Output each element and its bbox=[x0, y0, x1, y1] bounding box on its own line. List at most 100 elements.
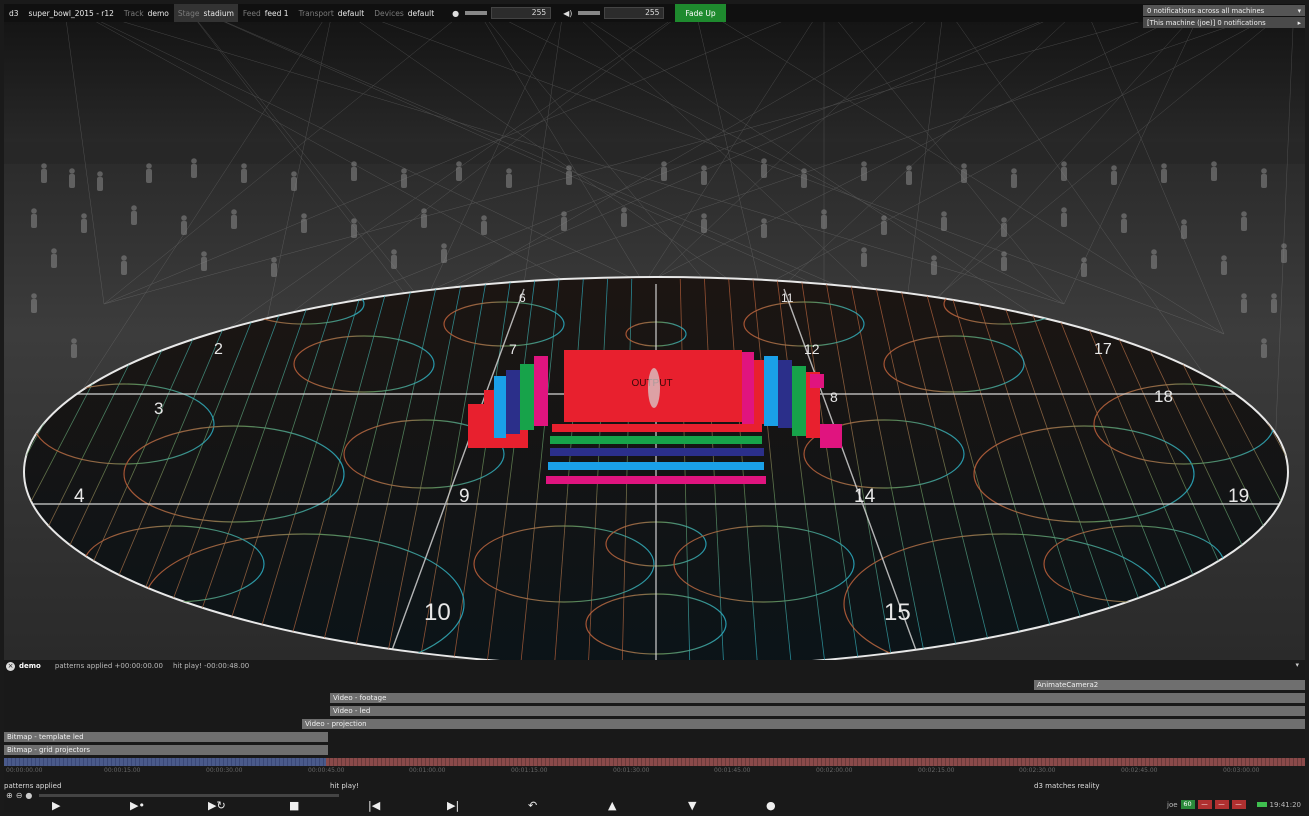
layer-bitmap-grid-projectors[interactable]: Bitmap - grid projectors bbox=[4, 745, 328, 755]
chevron-down-icon[interactable]: ▾ bbox=[1298, 7, 1301, 15]
brightness-slider[interactable] bbox=[465, 11, 488, 15]
status-badge: — bbox=[1214, 800, 1229, 809]
zone-number-label: 9 bbox=[459, 486, 470, 507]
brightness-field[interactable]: 255 bbox=[491, 7, 552, 19]
track-selector[interactable]: Track demo bbox=[119, 4, 174, 22]
ruler-played-region bbox=[4, 758, 326, 766]
next-section-icon[interactable]: ▶| bbox=[447, 800, 459, 812]
transport-controls: ▶ ▶• ▶↻ ■ |◀ ▶| ↶ ▲ ▼ ● bbox=[4, 800, 1305, 812]
timeline-ruler[interactable]: 00:00:00.00 00:00:15.00 00:00:30.00 00:0… bbox=[4, 758, 1305, 774]
ruler-tick: 00:01:45.00 bbox=[714, 767, 751, 774]
stage-value[interactable]: stadium bbox=[204, 9, 234, 18]
ruler-tick: 00:03:00.00 bbox=[1223, 767, 1260, 774]
transport-selector[interactable]: Transport default bbox=[294, 4, 370, 22]
track-label: Track bbox=[123, 8, 144, 18]
chevron-down-icon[interactable]: ▾ bbox=[1295, 661, 1299, 669]
machine-clock: 19:41:20 bbox=[1269, 800, 1301, 809]
zone-number-label: 19 bbox=[1228, 486, 1249, 507]
play-icon[interactable]: ▶ bbox=[52, 800, 60, 812]
volume-field[interactable]: 255 bbox=[604, 7, 665, 19]
brightness-icon: ● bbox=[452, 8, 460, 18]
layer-video-led[interactable]: Video - led bbox=[330, 706, 1305, 716]
zoom-out-icon[interactable]: ⊖ bbox=[16, 791, 23, 800]
zone-number-label: 6 bbox=[519, 291, 526, 305]
stage-label: Stage bbox=[177, 8, 200, 18]
app-name[interactable]: d3 bbox=[4, 4, 24, 22]
layer-video-footage[interactable]: Video - footage bbox=[330, 693, 1305, 703]
network-led-icon bbox=[1256, 802, 1267, 807]
layer-animate-camera[interactable]: AnimateCamera2 bbox=[1034, 680, 1305, 690]
ruler-tick: 00:00:30.00 bbox=[206, 767, 243, 774]
ruler-tick: 00:02:00.00 bbox=[816, 767, 853, 774]
zone-number-label: 17 bbox=[1094, 341, 1112, 358]
status-badge: — bbox=[1231, 800, 1246, 809]
zone-number-label: 11 bbox=[781, 291, 794, 305]
zone-number-label: 10 bbox=[424, 599, 451, 626]
ruler-tick: 00:01:15.00 bbox=[511, 767, 548, 774]
machine-user: joe bbox=[1167, 800, 1178, 809]
feed-value[interactable]: feed 1 bbox=[265, 9, 289, 18]
ruler-tick: 00:02:15.00 bbox=[918, 767, 955, 774]
ruler-tick: 00:00:15.00 bbox=[104, 767, 141, 774]
notifications-all-text: 0 notifications across all machines bbox=[1147, 6, 1265, 15]
zone-number-label: 18 bbox=[1154, 387, 1173, 406]
ruler-tick: 00:00:45.00 bbox=[308, 767, 345, 774]
zone-number-label: 2 bbox=[214, 341, 223, 358]
volume-slider[interactable] bbox=[578, 11, 601, 15]
timeline-patterns-note: patterns applied +00:00:00.00 bbox=[54, 662, 163, 670]
layer-bitmap-template-led[interactable]: Bitmap - template led bbox=[4, 732, 328, 742]
transport-label: Transport bbox=[298, 8, 334, 18]
status-hit-play: hit play! bbox=[330, 782, 359, 790]
return-icon[interactable]: ↶ bbox=[528, 800, 537, 812]
notifications-all-machines[interactable]: 0 notifications across all machines ▾ bbox=[1143, 5, 1305, 16]
devices-selector[interactable]: Devices default bbox=[369, 4, 439, 22]
stage-viewport[interactable]: 2346789101112131415171819 bbox=[4, 4, 1305, 660]
status-patterns-applied: patterns applied bbox=[4, 782, 62, 790]
notifications-this-machine[interactable]: [This machine (joe)] 0 notifications ▸ bbox=[1143, 17, 1305, 28]
ruler-tick: 00:02:45.00 bbox=[1121, 767, 1158, 774]
loop-section-icon[interactable]: ▶↻ bbox=[208, 800, 226, 812]
stop-icon[interactable]: ■ bbox=[289, 800, 299, 812]
stage-selector[interactable]: Stage stadium bbox=[173, 4, 238, 22]
brightness-control[interactable]: ● 255 bbox=[445, 4, 556, 22]
fps-badge: 60 bbox=[1180, 800, 1195, 809]
zone-number-label: 3 bbox=[154, 399, 163, 418]
zoom-handle[interactable]: ● bbox=[25, 791, 32, 800]
zone-number-label: 7 bbox=[509, 341, 517, 357]
timeline-track-name[interactable]: demo bbox=[19, 662, 41, 670]
zoom-in-icon[interactable]: ⊕ bbox=[6, 791, 13, 800]
stadium-3d-view[interactable]: 2346789101112131415171819 bbox=[4, 4, 1305, 660]
machine-status: joe 60 — — — 19:41:20 bbox=[1167, 800, 1305, 809]
zone-number-label: 8 bbox=[830, 389, 838, 405]
play-to-section-icon[interactable]: ▶• bbox=[130, 800, 145, 812]
project-name[interactable]: super_bowl_2015 - r12 bbox=[24, 4, 119, 22]
ruler-unplayed-region bbox=[326, 758, 1305, 766]
ruler-tick: 00:01:00.00 bbox=[409, 767, 446, 774]
status-d3-matches-reality: d3 matches reality bbox=[1034, 782, 1100, 790]
down-icon[interactable]: ▼ bbox=[688, 800, 696, 812]
transport-value[interactable]: default bbox=[338, 9, 364, 18]
devices-label: Devices bbox=[374, 8, 404, 18]
ruler-tick: 00:02:30.00 bbox=[1019, 767, 1056, 774]
zoom-scrollbar[interactable] bbox=[39, 794, 340, 797]
track-value[interactable]: demo bbox=[148, 9, 169, 18]
zone-number-label: 14 bbox=[854, 486, 876, 507]
fade-up-button[interactable]: Fade Up bbox=[675, 4, 726, 22]
status-badge: — bbox=[1197, 800, 1212, 809]
speaker-icon: ◀) bbox=[563, 8, 573, 18]
d3-window: 2346789101112131415171819 bbox=[4, 4, 1305, 812]
volume-control[interactable]: ◀) 255 bbox=[556, 4, 669, 22]
top-toolbar: d3 super_bowl_2015 - r12 Track demo Stag… bbox=[4, 4, 1305, 22]
layer-video-projection[interactable]: Video - projection bbox=[302, 719, 1305, 729]
previous-section-icon[interactable]: |◀ bbox=[368, 800, 380, 812]
devices-value[interactable]: default bbox=[408, 9, 434, 18]
close-icon[interactable]: × bbox=[6, 661, 15, 671]
up-icon[interactable]: ▲ bbox=[608, 800, 616, 812]
chevron-right-icon[interactable]: ▸ bbox=[1298, 19, 1301, 27]
zone-number-label: 15 bbox=[884, 599, 911, 626]
zone-number-label: 12 bbox=[804, 341, 820, 357]
feed-label: Feed bbox=[242, 8, 261, 18]
feed-selector[interactable]: Feed feed 1 bbox=[238, 4, 294, 22]
record-icon[interactable]: ● bbox=[766, 800, 776, 812]
ruler-tick: 00:01:30.00 bbox=[613, 767, 650, 774]
